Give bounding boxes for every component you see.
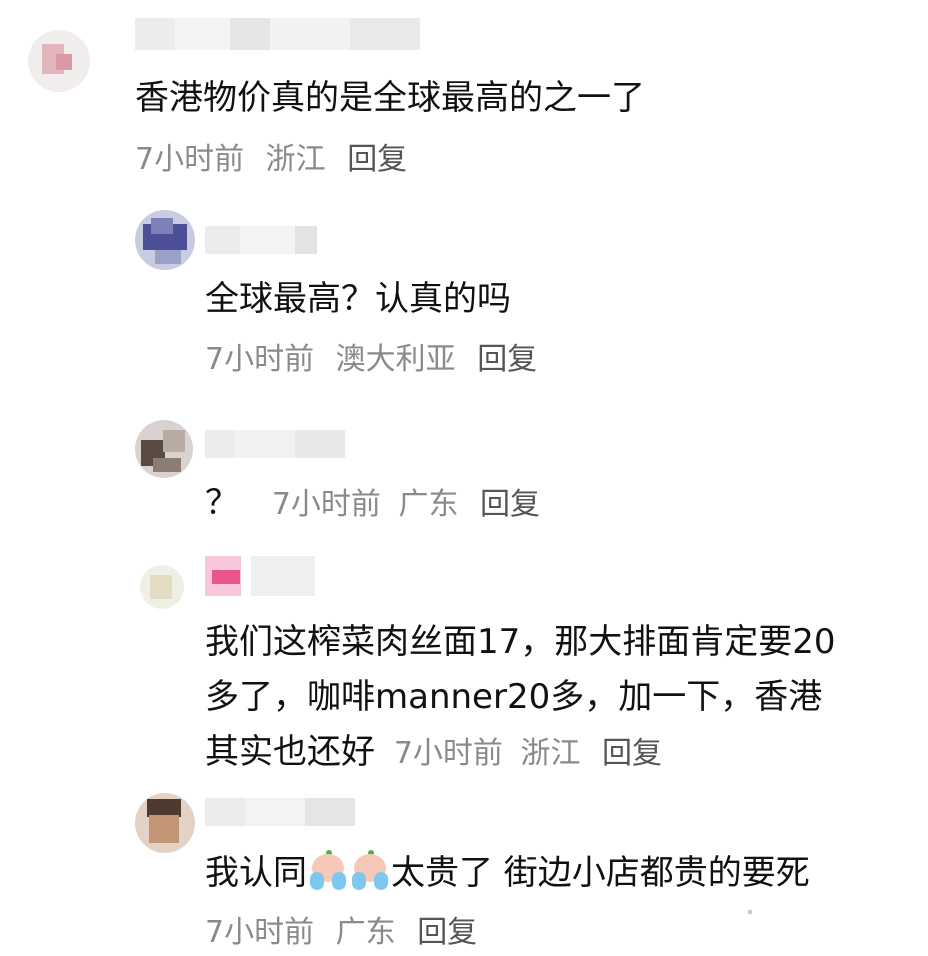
comment-line: 多了，咖啡manner20多，加一下，香港 xyxy=(205,677,823,717)
reply-button[interactable]: 回复 xyxy=(347,142,407,177)
comment-text: 香港物价真的是全球最高的之一了 xyxy=(135,78,645,118)
username-blurred[interactable] xyxy=(205,226,317,254)
comment-text: 我们这榨菜肉丝面17，那大排面肯定要20 多了，咖啡manner20多，加一下，… xyxy=(205,615,836,781)
comment-meta: 7小时前 广东 回复 xyxy=(272,487,540,522)
comment-meta: 7小时前 广东 回复 xyxy=(205,918,489,948)
comment-text-content: ？ xyxy=(205,483,239,523)
timestamp: 7小时前 xyxy=(205,342,315,377)
avatar[interactable] xyxy=(135,793,195,853)
avatar[interactable] xyxy=(135,420,193,478)
location: 浙江 xyxy=(265,142,326,177)
avatar-badge xyxy=(212,570,240,584)
crying-baby-emoji xyxy=(350,850,390,890)
reply-button[interactable]: 回复 xyxy=(480,487,540,522)
comment-line-last: 其实也还好 7小时前 浙江 回复 xyxy=(205,725,836,781)
comment-line-text: 其实也还好 xyxy=(205,732,375,772)
username-blurred[interactable] xyxy=(205,798,355,826)
comment-meta: 7小时前 澳大利亚 回复 xyxy=(205,345,549,375)
reply-button[interactable]: 回复 xyxy=(417,915,477,950)
comment-meta: 7小时前 浙江 回复 xyxy=(135,145,419,175)
timestamp: 7小时前 xyxy=(271,487,381,522)
username-blurred[interactable] xyxy=(135,18,420,50)
location: 广东 xyxy=(335,915,396,950)
comment-text: 全球最高？认真的吗 xyxy=(205,279,511,319)
crying-baby-emoji xyxy=(308,850,348,890)
decorative-dot xyxy=(748,910,752,914)
reply-button[interactable]: 回复 xyxy=(477,342,537,377)
comment-meta: 7小时前 浙江 回复 xyxy=(394,736,662,771)
timestamp: 7小时前 xyxy=(135,142,245,177)
username-blurred[interactable] xyxy=(205,430,345,458)
timestamp: 7小时前 xyxy=(205,915,315,950)
reply-button[interactable]: 回复 xyxy=(602,736,662,771)
avatar[interactable] xyxy=(135,210,195,270)
timestamp: 7小时前 xyxy=(393,736,503,771)
comment-text-after: 太贵了 街边小店都贵的要死 xyxy=(391,853,810,893)
location: 浙江 xyxy=(520,736,581,771)
avatar[interactable] xyxy=(140,565,184,609)
avatar[interactable] xyxy=(28,30,90,92)
comment-line: 我们这榨菜肉丝面17，那大排面肯定要20 xyxy=(205,622,836,662)
location: 澳大利亚 xyxy=(335,342,456,377)
comment-text-before: 我认同 xyxy=(205,853,307,893)
comment-text: ？ 7小时前 广东 回复 xyxy=(205,480,540,527)
comment-text: 我认同 太贵了 街边小店都贵的要死 xyxy=(205,850,810,897)
location: 广东 xyxy=(398,487,459,522)
